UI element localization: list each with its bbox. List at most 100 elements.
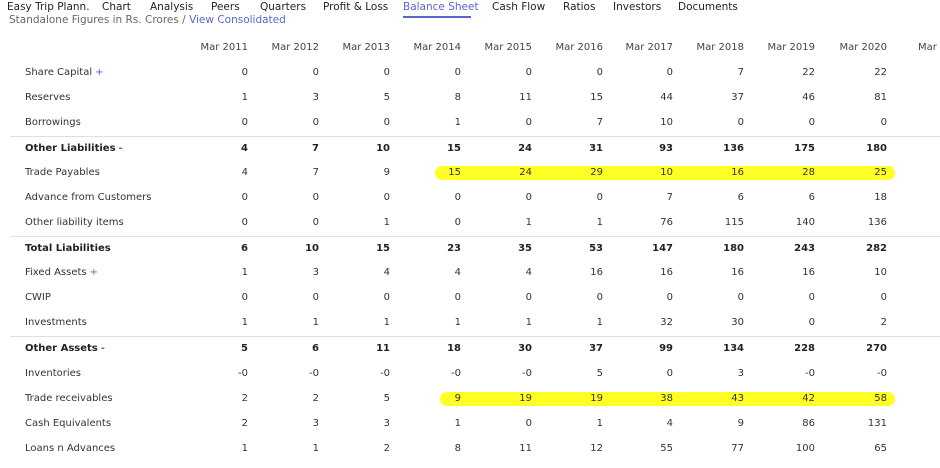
table-cell: -0 xyxy=(238,368,248,379)
table-cell: 2 xyxy=(241,418,248,429)
table-cell: 99 xyxy=(659,343,673,354)
table-cell: 147 xyxy=(652,243,673,254)
row-label: Cash Equivalents xyxy=(25,418,111,429)
table-cell: 6 xyxy=(241,243,248,254)
tab-cash-flow[interactable]: Cash Flow xyxy=(492,1,545,13)
table-cell: 270 xyxy=(866,343,887,354)
table-cell: 1 xyxy=(454,418,461,429)
tab-ratios[interactable]: Ratios xyxy=(563,1,595,13)
table-cell: 5 xyxy=(383,393,390,404)
table-cell: 0 xyxy=(525,418,532,429)
column-header: Mar 2020 xyxy=(839,42,888,53)
table-cell: 8 xyxy=(454,443,461,454)
table-row: Other Liabilities - 4 7 10 15 24 31 93 136 175 180 xyxy=(10,136,940,162)
tab-peers[interactable]: Peers xyxy=(211,1,240,13)
table-cell: -0 xyxy=(877,368,887,379)
table-cell: 1 xyxy=(383,217,390,228)
column-header: Mar 2 xyxy=(918,42,940,53)
table-cell: 0 xyxy=(525,292,532,303)
tab-quarters[interactable]: Quarters xyxy=(260,1,306,13)
row-label-text: Other liability items xyxy=(25,217,124,228)
table-cell: 25 xyxy=(874,167,887,178)
table-row: Other Assets - 5 6 11 18 30 37 99 134 228 270 xyxy=(10,336,940,362)
table-cell: 16 xyxy=(660,267,673,278)
table-cell: 0 xyxy=(808,292,815,303)
table-cell: 23 xyxy=(447,243,461,254)
row-label[interactable]: Other Assets - xyxy=(25,343,105,354)
table-cell: 0 xyxy=(241,67,248,78)
table-cell: 243 xyxy=(794,243,815,254)
column-header: Mar 2015 xyxy=(484,42,533,53)
table-cell: 1 xyxy=(241,317,248,328)
table-cell: 8 xyxy=(454,92,461,103)
table-row: Borrowings 0 0 0 1 0 7 10 0 0 0 xyxy=(10,111,940,136)
row-label-text: Trade Payables xyxy=(25,167,100,178)
table-cell: 0 xyxy=(454,192,461,203)
table-cell: 77 xyxy=(731,443,744,454)
column-header: Mar 2012 xyxy=(271,42,320,53)
row-label: Inventories xyxy=(25,368,81,379)
tab-profit-loss[interactable]: Profit & Loss xyxy=(323,1,388,13)
row-label-text: Investments xyxy=(25,317,87,328)
table-row: Other liability items 0 0 1 0 1 1 76 115 140 136 xyxy=(10,211,940,236)
column-header: Mar 2013 xyxy=(342,42,391,53)
table-cell: 131 xyxy=(867,418,887,429)
tab-documents[interactable]: Documents xyxy=(678,1,738,13)
tab-analysis[interactable]: Analysis xyxy=(150,1,193,13)
table-cell: 134 xyxy=(723,343,744,354)
table-cell: 0 xyxy=(454,292,461,303)
table-cell: 0 xyxy=(880,292,887,303)
tab-investors[interactable]: Investors xyxy=(613,1,661,13)
row-label-text: Other Liabilities xyxy=(25,143,116,154)
table-cell: 4 xyxy=(666,418,673,429)
table-cell: 7 xyxy=(666,192,673,203)
table-cell: 18 xyxy=(874,192,887,203)
expand-icon[interactable]: + xyxy=(95,67,103,78)
table-cell: 2 xyxy=(383,443,390,454)
table-cell: 0 xyxy=(596,67,603,78)
table-cell: 35 xyxy=(518,243,532,254)
table-cell: 0 xyxy=(666,368,673,379)
tab-easy-trip-plann[interactable]: Easy Trip Plann. xyxy=(7,1,90,13)
row-label[interactable]: Share Capital + xyxy=(25,67,104,78)
expand-icon[interactable]: + xyxy=(90,267,98,278)
collapse-icon[interactable]: - xyxy=(101,343,105,354)
row-label: Advance from Customers xyxy=(25,192,151,203)
table-cell: 4 xyxy=(241,167,248,178)
table-cell: 0 xyxy=(596,292,603,303)
figures-note-text: Standalone Figures in Rs. Crores / xyxy=(9,14,190,25)
table-cell: 11 xyxy=(519,92,532,103)
table-cell: 1 xyxy=(241,92,248,103)
table-cell: 16 xyxy=(590,267,603,278)
row-label-text: Share Capital xyxy=(25,67,93,78)
tab-balance-sheet[interactable]: Balance Sheet xyxy=(403,1,479,13)
table-cell: 5 xyxy=(596,368,603,379)
table-cell: 0 xyxy=(525,192,532,203)
row-label[interactable]: Other Liabilities - xyxy=(25,143,123,154)
row-label-text: Loans n Advances xyxy=(25,443,116,454)
table-cell: 1 xyxy=(525,217,532,228)
table-cell: 0 xyxy=(312,292,319,303)
row-label-text: Advance from Customers xyxy=(25,192,152,203)
table-row: Fixed Assets +1 3 4 4 4 16 16 16 16 10 xyxy=(10,261,940,286)
row-label[interactable]: Fixed Assets + xyxy=(25,267,98,278)
table-cell: -0 xyxy=(380,368,390,379)
table-cell: 18 xyxy=(447,343,461,354)
row-label: Investments xyxy=(25,317,87,328)
table-cell: 15 xyxy=(448,167,461,178)
table-cell: 0 xyxy=(808,317,815,328)
table-cell: 1 xyxy=(383,317,390,328)
table-cell: 7 xyxy=(737,67,744,78)
table-cell: 0 xyxy=(312,67,319,78)
table-cell: -0 xyxy=(805,368,815,379)
table-cell: 140 xyxy=(795,217,815,228)
table-cell: 0 xyxy=(525,67,532,78)
row-label: Total Liabilities xyxy=(25,243,111,254)
tab-chart[interactable]: Chart xyxy=(102,1,131,13)
table-cell: 32 xyxy=(660,317,673,328)
view-consolidated-link[interactable]: View Consolidated xyxy=(189,14,286,25)
collapse-icon[interactable]: - xyxy=(119,143,123,154)
table-cell: 53 xyxy=(589,243,603,254)
table-row: Advance from Customers 0 0 0 0 0 0 7 6 6 18 xyxy=(10,186,940,211)
table-cell: 86 xyxy=(802,418,815,429)
